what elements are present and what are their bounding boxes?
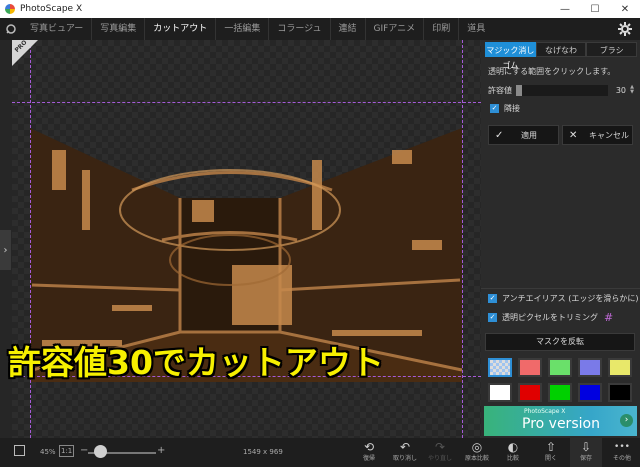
compare-icon: ◐ (507, 440, 519, 454)
menu-print[interactable]: 印刷 (424, 18, 460, 40)
revert-button[interactable]: ⟲ 復帰 (353, 438, 385, 467)
tolerance-stepper-icon[interactable]: ▲ ▼ (628, 85, 636, 95)
menu-cutout[interactable]: カットアウト (145, 18, 217, 40)
contiguous-checkbox-row[interactable]: ✓ 隣接 (490, 103, 520, 114)
window-controls: — ☐ ✕ (550, 0, 640, 18)
maximize-button[interactable]: ☐ (580, 0, 610, 18)
cancel-button[interactable]: ✕ キャンセル (562, 125, 633, 145)
contiguous-checkbox[interactable]: ✓ (490, 104, 499, 113)
gear-icon[interactable] (618, 22, 632, 39)
trim-checkbox-row[interactable]: ✓ 透明ピクセルをトリミング # (488, 311, 613, 324)
redo-button[interactable]: ↷ やり直し (424, 438, 456, 467)
pro-banner-app-name: PhotoScape X (524, 408, 566, 415)
apply-button[interactable]: ✓ 適用 (488, 125, 559, 145)
swatch-transparent[interactable] (488, 358, 512, 377)
open-button[interactable]: ⇧ 開く (535, 438, 567, 467)
contiguous-label: 隣接 (504, 104, 520, 113)
antialias-checkbox-row[interactable]: ✓ アンチエイリアス (エッジを滑らかに) (488, 293, 638, 304)
zoom-level[interactable]: 45% (40, 448, 56, 456)
antialias-label: アンチエイリアス (エッジを滑らかに) (502, 294, 639, 303)
pro-banner-title: Pro version (522, 416, 600, 432)
undo-all-icon: ⟲ (363, 440, 375, 454)
undo-icon: ↶ (399, 440, 411, 454)
tolerance-label: 許容値 (488, 85, 512, 95)
undo-button[interactable]: ↶ 取り消し (389, 438, 421, 467)
tolerance-slider-fill (516, 84, 522, 96)
chevron-right-icon: › (620, 414, 633, 427)
tolerance-value[interactable]: 30 (608, 86, 626, 95)
close-icon: ✕ (569, 129, 578, 141)
redo-label: やり直し (427, 455, 452, 462)
minimize-button[interactable]: — (550, 0, 580, 18)
trim-checkbox[interactable]: ✓ (488, 313, 497, 322)
caption-overlay: 許容値30でカットアウト (8, 343, 384, 382)
open-icon: ⇧ (545, 440, 557, 454)
background-color-swatches (488, 358, 638, 402)
tolerance-row: 許容値 30 ▲ ▼ (488, 84, 636, 96)
menu-tools[interactable]: 道具 (459, 18, 493, 40)
save-icon: ⇩ (580, 440, 592, 454)
compare-original-label: 原本比較 (464, 455, 489, 462)
menu-batch[interactable]: 一括編集 (216, 18, 270, 40)
swatch-green[interactable] (548, 383, 572, 402)
actual-size-button[interactable]: 1:1 (59, 445, 75, 457)
title-bar: PhotoScape X — ☐ ✕ (0, 0, 640, 18)
swatch-light-red[interactable] (518, 358, 542, 377)
image-dimensions: 1549 x 969 (243, 448, 283, 456)
menu-gif-animation[interactable]: GIFアニメ (366, 18, 425, 40)
fit-screen-icon[interactable] (14, 445, 25, 456)
swatch-black[interactable] (608, 383, 632, 402)
zoom-out-button[interactable]: − (80, 445, 88, 456)
menu-collage[interactable]: コラージュ (269, 18, 331, 40)
menu-photo-viewer[interactable]: 写真ビュアー (22, 18, 93, 40)
zoom-in-button[interactable]: + (157, 445, 165, 456)
tolerance-slider[interactable] (516, 84, 608, 96)
close-button[interactable]: ✕ (610, 0, 640, 18)
apply-label: 適用 (521, 130, 537, 140)
menu-combine[interactable]: 連結 (331, 18, 366, 40)
more-label: その他 (612, 455, 631, 462)
compare-original-button[interactable]: ◎ 原本比較 (461, 438, 493, 467)
compare-button[interactable]: ◐ 比較 (497, 438, 529, 467)
invert-mask-button[interactable]: マスクを反転 (485, 333, 635, 351)
antialias-checkbox[interactable]: ✓ (488, 294, 497, 303)
cutout-mode-tabs: マジック消しゴム なげなわ ブラシ (485, 42, 638, 70)
crop-guide-top (12, 102, 481, 103)
more-icon: ••• (614, 442, 630, 452)
swatch-red[interactable] (518, 383, 542, 402)
tab-lasso[interactable]: なげなわ (535, 42, 587, 57)
cutout-tool-panel: マジック消しゴム なげなわ ブラシ 透明にする範囲をクリックします。 許容値 3… (481, 40, 640, 438)
instruction-text: 透明にする範囲をクリックします。 (488, 67, 616, 76)
window-title: PhotoScape X (20, 4, 83, 14)
swatch-white[interactable] (488, 383, 512, 402)
swatch-blue[interactable] (578, 383, 602, 402)
search-icon[interactable] (0, 18, 22, 40)
expand-sidebar-chevron-icon[interactable]: › (0, 230, 11, 270)
app-logo-icon (5, 4, 15, 14)
compare-label: 比較 (506, 455, 519, 462)
tab-magic-eraser[interactable]: マジック消しゴム (485, 42, 536, 70)
zoom-slider-handle[interactable] (94, 445, 107, 458)
panel-divider (481, 288, 640, 289)
open-label: 開く (544, 455, 557, 462)
compare-original-icon: ◎ (471, 440, 483, 454)
save-button[interactable]: ⇩ 保存 (570, 438, 602, 467)
cancel-label: キャンセル (589, 130, 629, 140)
save-label: 保存 (579, 455, 592, 462)
more-button[interactable]: ••• その他 (606, 438, 638, 467)
menu-photo-editor[interactable]: 写真編集 (92, 18, 146, 40)
swatch-light-green[interactable] (548, 358, 572, 377)
swatch-light-blue[interactable] (578, 358, 602, 377)
redo-icon: ↷ (434, 440, 446, 454)
action-buttons: ✓ 適用 ✕ キャンセル (488, 125, 633, 145)
trim-label: 透明ピクセルをトリミング (502, 313, 598, 322)
trim-grid-icon: # (604, 311, 614, 324)
main-menu-bar: 写真ビュアー 写真編集 カットアウト 一括編集 コラージュ 連結 GIFアニメ … (0, 18, 640, 40)
pro-version-banner[interactable]: PhotoScape X Pro version › (484, 406, 637, 436)
undo-label: 取り消し (392, 455, 417, 462)
swatch-light-yellow[interactable] (608, 358, 632, 377)
check-icon: ✓ (495, 129, 504, 141)
tab-brush[interactable]: ブラシ (586, 42, 638, 57)
revert-label: 復帰 (362, 455, 375, 462)
